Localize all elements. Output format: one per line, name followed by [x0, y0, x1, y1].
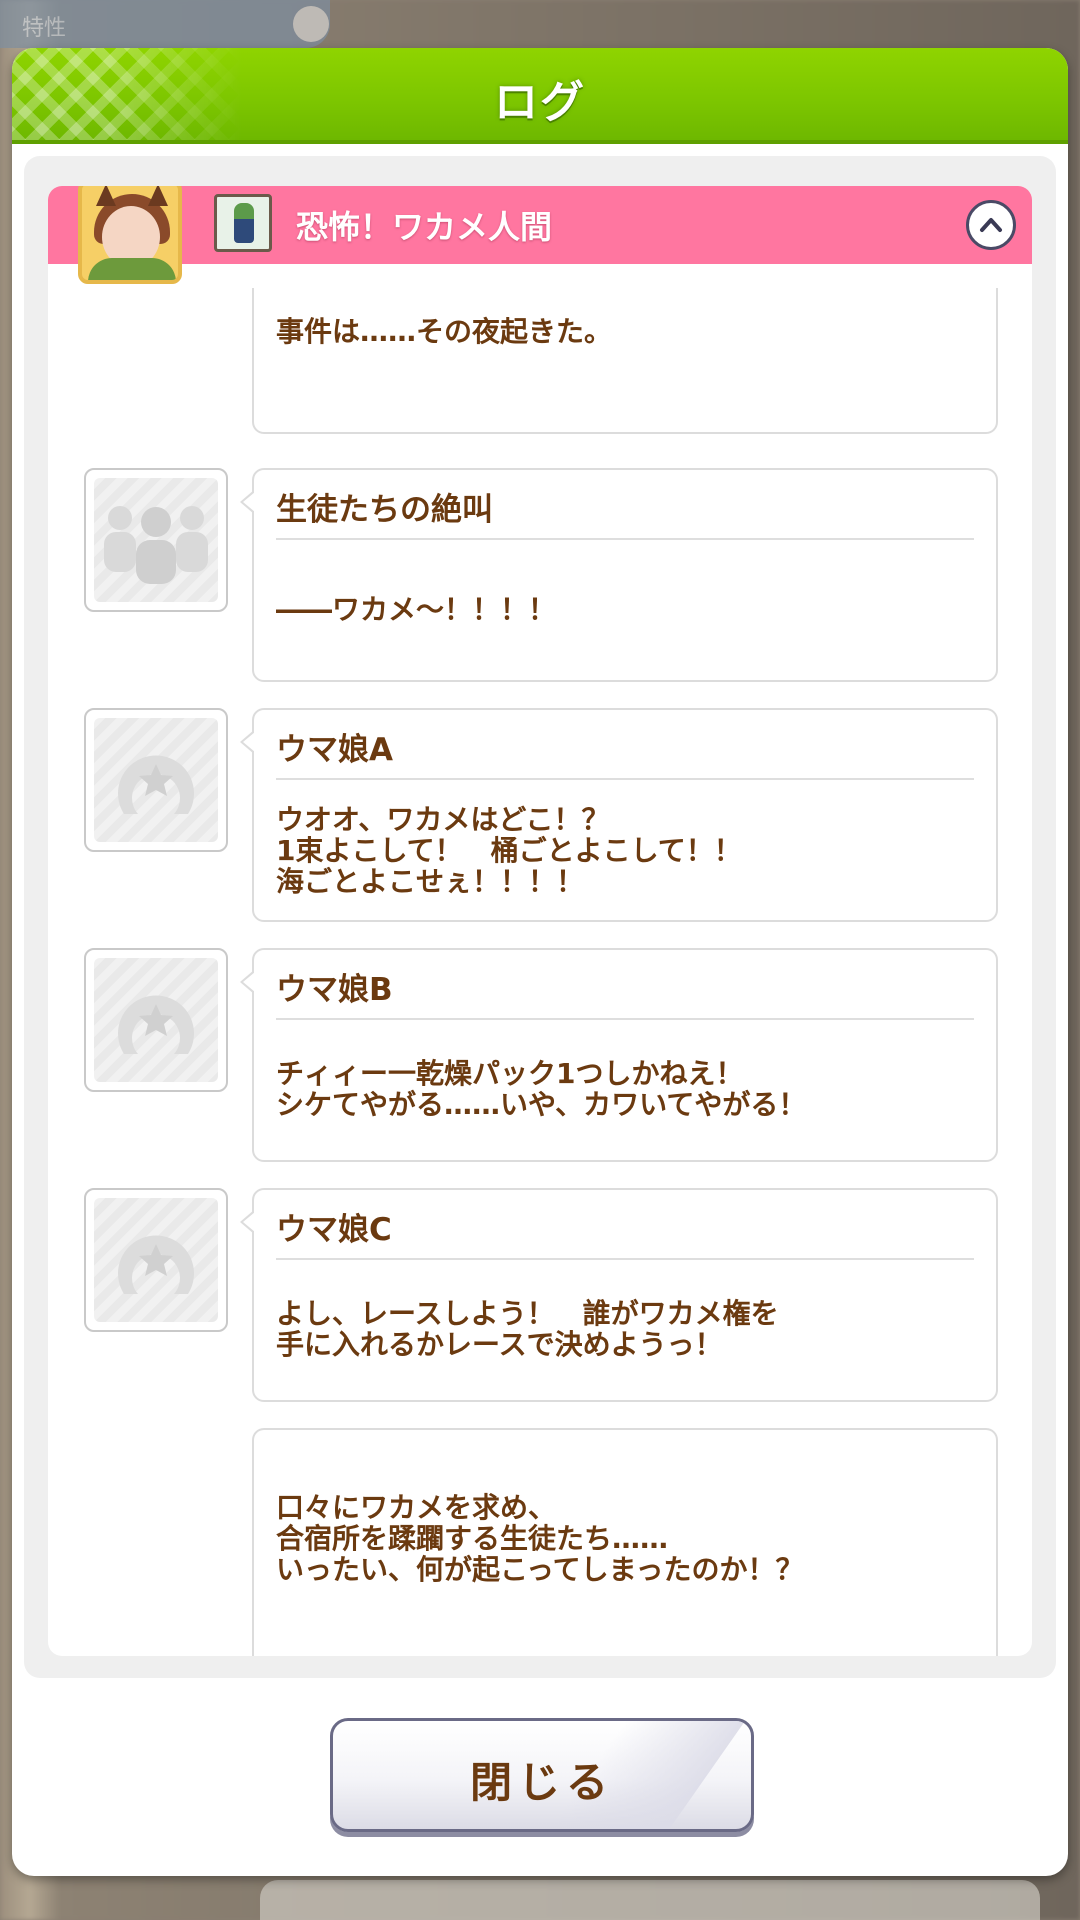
chevron-up-icon	[980, 218, 1002, 232]
background-circle-icon	[293, 6, 329, 42]
close-button[interactable]: 閉じる	[330, 1718, 754, 1832]
speaker-name: 生徒たちの絶叫	[276, 492, 493, 528]
horseshoe-star-icon	[118, 995, 195, 1054]
character-avatar	[78, 186, 182, 284]
background-bottom-strip	[260, 1880, 1040, 1920]
speaker-avatar	[84, 948, 228, 1092]
modal-header: ログ	[12, 48, 1068, 144]
speaker-avatar	[84, 1188, 228, 1332]
dialogue-text: ――ワカメ～！！！！	[276, 593, 557, 626]
episode-header: 恐怖！ワカメ人間	[48, 186, 1032, 264]
dialogue-bubble: ウマ娘A ウオオ、ワカメはどこ！？ 1束よこして！ 桶ごとよこして！！ 海ごとよ…	[240, 708, 998, 922]
log-modal: ログ 恐怖！ワカメ人間 事件は……その夜起きた。 生徒たちの絶叫 ――ワカメ～！…	[12, 48, 1068, 1876]
divider	[276, 1258, 974, 1260]
episode-thumbnail	[214, 194, 272, 252]
dialogue-bubble: ウマ娘B チィィー一乾燥パック1つしかねえ！ シケてやがる……いや、カワいてやが…	[240, 948, 998, 1162]
dialogue-bubble: ウマ娘C よし、レースしよう！ 誰がワカメ権を 手に入れるかレースで決めようっ！	[240, 1188, 998, 1402]
close-button-label: 閉じる	[469, 1758, 614, 1807]
divider	[276, 778, 974, 780]
divider	[276, 1018, 974, 1020]
dialogue-text: 事件は……その夜起きた。	[276, 315, 613, 348]
content-area: 恐怖！ワカメ人間 事件は……その夜起きた。 生徒たちの絶叫 ――ワカメ～！！！！…	[24, 156, 1056, 1678]
speaker-avatar	[84, 708, 228, 852]
speaker-name: ウマ娘B	[276, 972, 393, 1008]
speaker-avatar	[84, 468, 228, 612]
dialogue-text: よし、レースしよう！ 誰がワカメ権を 手に入れるかレースで決めようっ！	[276, 1297, 779, 1361]
dialogue-bubble: 口々にワカメを求め、 合宿所を蹂躙する生徒たち…… いったい、何が起こってしまっ…	[252, 1428, 998, 1656]
collapse-button[interactable]	[966, 200, 1016, 250]
log-scroll-panel[interactable]: 恐怖！ワカメ人間 事件は……その夜起きた。 生徒たちの絶叫 ――ワカメ～！！！！…	[48, 186, 1032, 1656]
dialogue-text: 口々にワカメを求め、 合宿所を蹂躙する生徒たち…… いったい、何が起こってしまっ…	[276, 1491, 804, 1586]
speaker-name: ウマ娘C	[276, 1212, 392, 1248]
dialogue-text: ウオオ、ワカメはどこ！？ 1束よこして！ 桶ごとよこして！！ 海ごとよこせぇ！！…	[276, 803, 742, 898]
horseshoe-star-icon	[118, 755, 195, 814]
dialogue-bubble: 事件は……その夜起きた。	[252, 288, 998, 434]
background-top-bar: 特性	[0, 0, 330, 48]
divider	[276, 538, 974, 540]
dialogue-text: チィィー一乾燥パック1つしかねえ！ シケてやがる……いや、カワいてやがる！	[276, 1057, 807, 1121]
modal-title: ログ	[494, 77, 586, 128]
dialogue-bubble: 生徒たちの絶叫 ――ワカメ～！！！！	[240, 468, 998, 682]
horseshoe-star-icon	[118, 1235, 195, 1294]
background-top-text: 特性	[22, 16, 67, 41]
speaker-name: ウマ娘A	[276, 732, 393, 768]
episode-title: 恐怖！ワカメ人間	[296, 208, 553, 246]
group-silhouette-icon	[104, 506, 208, 584]
